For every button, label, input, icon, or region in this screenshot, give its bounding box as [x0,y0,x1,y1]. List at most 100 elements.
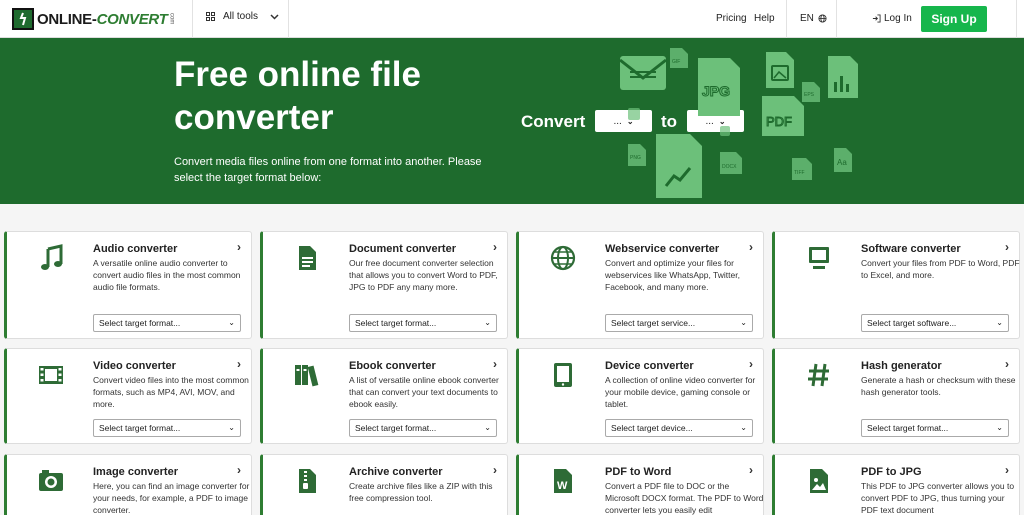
art-label-aa: Aa [837,158,847,167]
art-label-pdf: PDF [766,114,792,129]
chevron-right-icon[interactable]: › [493,463,497,477]
card-title[interactable]: Archive converter [349,466,443,478]
target-format-dropdown[interactable]: Select target service... ⌄ [605,314,753,332]
header-divider [288,0,289,38]
logo-com: com [168,13,175,25]
card-title[interactable]: Software converter [861,243,961,255]
header-divider [786,0,787,38]
card-title[interactable]: PDF to JPG [861,466,922,478]
header-divider [192,0,193,38]
help-link[interactable]: Help [754,13,775,24]
card-title[interactable]: Webservice converter [605,243,719,255]
login-link[interactable]: Log In [872,13,912,24]
chevron-right-icon[interactable]: › [493,240,497,254]
converter-card[interactable]: Software converter › Convert your files fr… [772,231,1020,339]
chevron-right-icon[interactable]: › [237,357,241,371]
chevron-right-icon[interactable]: › [1005,240,1009,254]
logo-mark-icon [12,8,34,30]
target-format-dropdown[interactable]: Select target format... ⌄ [349,314,497,332]
chevron-down-icon: ⌄ [740,423,747,432]
card-title[interactable]: Ebook converter [349,360,436,372]
hero-subtitle: Convert media files online from one form… [174,156,482,184]
card-description: Here, you can find an image converter fo… [93,481,250,515]
target-format-dropdown[interactable]: Select target format... ⌄ [93,419,241,437]
converter-card[interactable]: Device converter › A collection of online … [516,348,764,444]
card-description: Create archive files like a ZIP with thi… [349,481,493,503]
chevron-right-icon[interactable]: › [749,240,753,254]
login-label: Log In [884,13,912,24]
monitor-icon [805,244,833,272]
card-title[interactable]: PDF to Word [605,466,671,478]
art-label-docx: DOCX [722,164,737,170]
card-title[interactable]: Image converter [93,466,178,478]
globe-icon [549,244,577,272]
chevron-down-icon: ⌄ [996,423,1003,432]
art-label-eps: EPS [804,92,815,98]
all-tools-menu[interactable]: All tools [206,11,279,22]
card-description: A versatile online audio converter to co… [93,258,241,292]
chevron-down-icon: ⌄ [484,318,491,327]
small-tile-icon [720,126,730,136]
target-format-dropdown[interactable]: Select target software... ⌄ [861,314,1009,332]
all-tools-label: All tools [223,11,259,22]
tablet-icon [549,361,577,389]
card-description: Convert your files from PDF to Word, PDF… [861,258,1020,280]
converter-card[interactable]: Hash generator › Generate a hash or checks… [772,348,1020,444]
docx-file-icon [720,152,742,174]
books-icon [293,361,321,389]
signup-button[interactable]: Sign Up [921,6,987,32]
converter-card[interactable]: Document converter › Our free document con… [260,231,508,339]
target-format-dropdown[interactable]: Select target format... ⌄ [349,419,497,437]
target-format-dropdown[interactable]: Select target device... ⌄ [605,419,753,437]
art-label-tiff: TIFF [794,170,805,176]
growth-chart-file-icon [656,134,702,198]
converter-card[interactable]: Archive converter › Create archive files l… [260,454,508,515]
camera-icon [37,467,65,495]
chevron-right-icon[interactable]: › [1005,357,1009,371]
card-title[interactable]: Device converter [605,360,694,372]
card-description: Convert a PDF file to DOC or the Microso… [605,481,764,515]
site-logo[interactable]: ONLINE-CONVERT com [12,8,175,30]
globe-icon [818,14,827,23]
target-format-dropdown[interactable]: Select target format... ⌄ [861,419,1009,437]
chevron-right-icon[interactable]: › [493,357,497,371]
target-format-dropdown[interactable]: Select target format... ⌄ [93,314,241,332]
card-title[interactable]: Video converter [93,360,176,372]
chevron-down-icon: ⌄ [228,318,235,327]
converter-card[interactable]: W PDF to Word › Convert a PDF file to DOC o… [516,454,764,515]
chevron-right-icon[interactable]: › [237,240,241,254]
chevron-right-icon[interactable]: › [237,463,241,477]
card-description: Convert video files into the most common… [93,375,249,409]
language-selector[interactable]: EN [800,13,827,24]
dropdown-value: Select target software... [867,318,957,328]
dropdown-value: Select target service... [611,318,696,328]
image-file-icon [766,52,794,88]
small-tile-icon [628,108,640,120]
card-title[interactable]: Hash generator [861,360,942,372]
converter-card[interactable]: PDF to JPG › This PDF to JPG converter all… [772,454,1020,515]
image-file-icon [805,467,833,495]
tiff-file-icon [792,158,812,180]
card-description: A collection of online video converter f… [605,375,756,409]
art-label-jpg: JPG [702,83,730,99]
converter-card[interactable]: Audio converter › A versatile online audio… [4,231,252,339]
chevron-down-icon: ⌄ [484,423,491,432]
chevron-right-icon[interactable]: › [1005,463,1009,477]
converter-card[interactable]: Image converter › Here, you can find an im… [4,454,252,515]
dropdown-value: Select target format... [867,423,949,433]
card-title[interactable]: Document converter [349,243,456,255]
chevron-down-icon: ⌄ [228,423,235,432]
svg-text:W: W [557,480,568,492]
card-description: Our free document converter selection th… [349,258,498,292]
chevron-right-icon[interactable]: › [749,357,753,371]
converter-card[interactable]: Webservice converter › Convert and optimiz… [516,231,764,339]
card-title[interactable]: Audio converter [93,243,177,255]
hash-icon [805,361,833,389]
hero-title: Free online file converter [174,55,421,137]
document-icon [293,244,321,272]
converter-card[interactable]: Video converter › Convert video files into… [4,348,252,444]
converter-card[interactable]: Ebook converter › A list of versatile onli… [260,348,508,444]
chevron-right-icon[interactable]: › [749,463,753,477]
pricing-link[interactable]: Pricing [716,13,747,24]
header-divider [1016,0,1017,38]
